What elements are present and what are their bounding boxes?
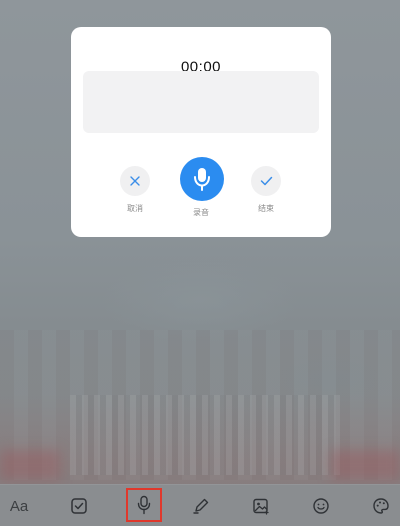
- text-style-button[interactable]: Aa: [4, 491, 34, 521]
- palette-icon: [373, 498, 389, 514]
- finish-label: 结束: [258, 204, 274, 213]
- text-format-icon: Aa: [9, 497, 29, 515]
- microphone-icon: [194, 168, 210, 191]
- theme-button[interactable]: [366, 491, 396, 521]
- cancel-button[interactable]: [120, 166, 150, 196]
- record-button[interactable]: [180, 157, 224, 201]
- pen-icon: [193, 498, 209, 514]
- checkmark-icon: [260, 176, 272, 186]
- handwriting-button[interactable]: [186, 491, 216, 521]
- checklist-button[interactable]: [64, 491, 94, 521]
- voice-button[interactable]: [126, 488, 162, 522]
- checkbox-icon: [71, 498, 87, 514]
- bottom-toolbar: Aa: [0, 484, 400, 526]
- smiley-icon: [313, 498, 329, 514]
- microphone-icon: [137, 495, 151, 515]
- background-decoration: [330, 450, 400, 480]
- background-building: [70, 395, 340, 475]
- voice-recording-dialog: 00:00 取消 录音 结束: [71, 27, 331, 237]
- close-icon: [130, 176, 140, 186]
- background-decoration: [0, 450, 60, 480]
- transcript-area: [83, 71, 319, 133]
- insert-image-button[interactable]: [246, 491, 276, 521]
- emoji-button[interactable]: [306, 491, 336, 521]
- image-icon: [253, 498, 269, 515]
- finish-button[interactable]: [251, 166, 281, 196]
- record-label: 录音: [193, 208, 209, 217]
- cancel-label: 取消: [127, 204, 143, 213]
